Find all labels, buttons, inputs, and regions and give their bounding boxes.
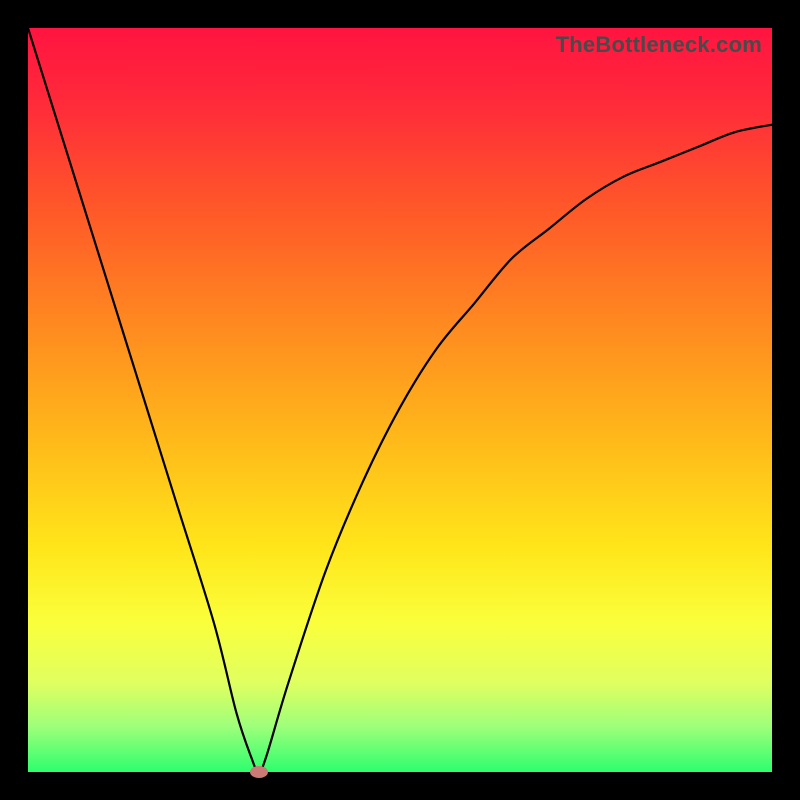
plot-area: TheBottleneck.com (28, 28, 772, 772)
minimum-marker (250, 766, 268, 778)
bottleneck-curve (28, 28, 772, 772)
curve-svg (28, 28, 772, 772)
chart-frame: TheBottleneck.com (0, 0, 800, 800)
